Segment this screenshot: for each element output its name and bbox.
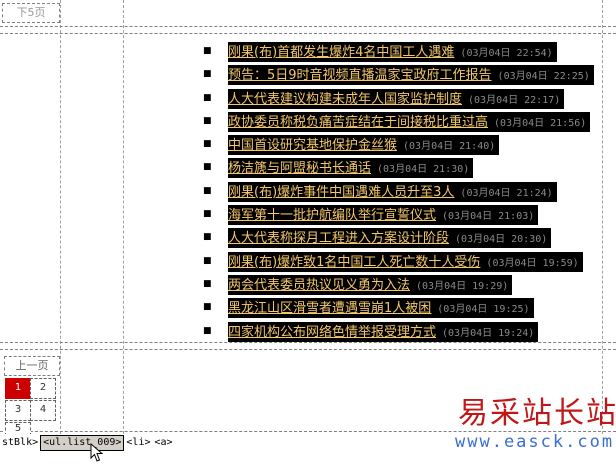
news-row: 海军第十一批护航编队举行宣誓仪式 (03月04日 21:03) bbox=[228, 205, 539, 226]
news-title-link[interactable]: 预告：5日9时音视频直播温家宝政府工作报告 bbox=[228, 68, 492, 83]
news-title-link[interactable]: 杨洁篪与阿盟秘书长通话 bbox=[228, 161, 371, 176]
news-title-link[interactable]: 四家机构公布网络色情举报受理方式 bbox=[228, 325, 436, 340]
list-bullet-icon: ■ bbox=[203, 115, 212, 126]
page-number-3[interactable]: 3 bbox=[5, 400, 31, 421]
page-number-1[interactable]: 1 bbox=[5, 378, 31, 399]
news-row: 政协委员称税负痛苦症结在于间接税比重过高 (03月04日 21:56) bbox=[228, 111, 591, 132]
guide-line-horizontal bbox=[0, 342, 616, 343]
news-row: 刚果(布)爆炸事件中国遇难人员升至3人 (03月04日 21:24) bbox=[228, 181, 557, 202]
news-row: 四家机构公布网络色情举报受理方式 (03月04日 19:24) bbox=[228, 321, 539, 342]
guide-line-horizontal bbox=[0, 349, 616, 350]
list-bullet-icon: ■ bbox=[203, 278, 212, 289]
list-bullet-icon: ■ bbox=[203, 185, 212, 196]
news-timestamp: (03月04日 19:24) bbox=[442, 327, 535, 339]
list-bullet-icon: ■ bbox=[203, 302, 212, 313]
list-bullet-icon: ■ bbox=[203, 255, 212, 266]
news-title-link[interactable]: 刚果(布)爆炸致1名中国工人死亡数十人受伤 bbox=[228, 255, 480, 270]
news-title-link[interactable]: 黑龙江山区滑雪者遭遇雪崩1人被困 bbox=[228, 301, 431, 316]
news-timestamp: (03月04日 21:03) bbox=[442, 211, 535, 223]
list-bullet-icon: ■ bbox=[203, 92, 212, 103]
news-timestamp: (03月04日 21:24) bbox=[460, 187, 553, 199]
guide-line-horizontal bbox=[0, 33, 616, 34]
news-title-link[interactable]: 中国首设研究基地保护金丝猴 bbox=[228, 138, 397, 153]
tag-selector-item[interactable]: <ul.list_009> bbox=[40, 435, 125, 451]
news-row: 刚果(布)首都发生爆炸4名中国工人遇难 (03月04日 22:54) bbox=[228, 42, 557, 62]
next-5-pages-button[interactable]: 下5页 bbox=[2, 3, 60, 23]
mouse-cursor-icon bbox=[90, 443, 104, 462]
news-timestamp: (03月04日 19:59) bbox=[486, 257, 579, 269]
list-bullet-icon: ■ bbox=[203, 325, 212, 336]
list-bullet-icon: ■ bbox=[203, 46, 212, 56]
news-timestamp: (03月04日 21:30) bbox=[377, 164, 470, 176]
tag-selector-item[interactable]: <a> bbox=[153, 434, 175, 452]
news-timestamp: (03月04日 21:40) bbox=[403, 141, 496, 153]
news-row: 杨洁篪与阿盟秘书长通话 (03月04日 21:30) bbox=[228, 158, 474, 179]
news-title-link[interactable]: 人大代表建议构建未成年人国家监护制度 bbox=[228, 92, 462, 107]
news-row: 两会代表委员热议见义勇为入法 (03月04日 19:29) bbox=[228, 274, 513, 295]
news-title-link[interactable]: 刚果(布)爆炸事件中国遇难人员升至3人 bbox=[228, 185, 454, 200]
page-number-4[interactable]: 4 bbox=[30, 400, 56, 421]
news-timestamp: (03月04日 20:30) bbox=[455, 234, 548, 246]
tag-selector-item[interactable]: <li> bbox=[124, 434, 152, 452]
list-bullet-icon: ■ bbox=[203, 69, 212, 80]
news-title-link[interactable]: 人大代表称探月工程进入方案设计阶段 bbox=[228, 231, 449, 246]
news-row: 人大代表建议构建未成年人国家监护制度 (03月04日 22:17) bbox=[228, 88, 565, 109]
news-timestamp: (03月04日 22:25) bbox=[497, 71, 590, 83]
tag-selector-item[interactable]: stBlk> bbox=[0, 434, 40, 452]
guide-line-vertical bbox=[602, 0, 603, 434]
list-bullet-icon: ■ bbox=[203, 232, 212, 243]
news-timestamp: (03月04日 22:54) bbox=[460, 48, 553, 59]
news-timestamp: (03月04日 19:25) bbox=[437, 304, 530, 316]
list-bullet-icon: ■ bbox=[203, 209, 212, 220]
guide-line-horizontal bbox=[0, 26, 616, 27]
news-timestamp: (03月04日 19:29) bbox=[416, 280, 509, 292]
news-timestamp: (03月04日 22:17) bbox=[468, 94, 561, 106]
news-row: 预告：5日9时音视频直播温家宝政府工作报告 (03月04日 22:25) bbox=[228, 65, 594, 86]
watermark-url: www.easck.com bbox=[455, 432, 615, 452]
news-row: 中国首设研究基地保护金丝猴 (03月04日 21:40) bbox=[228, 135, 500, 156]
list-bullet-icon: ■ bbox=[203, 139, 212, 150]
news-row: 人大代表称探月工程进入方案设计阶段 (03月04日 20:30) bbox=[228, 228, 552, 249]
news-row: 刚果(布)爆炸致1名中国工人死亡数十人受伤 (03月04日 19:59) bbox=[228, 251, 583, 272]
guide-line-vertical bbox=[60, 0, 61, 434]
news-title-link[interactable]: 刚果(布)首都发生爆炸4名中国工人遇难 bbox=[228, 45, 454, 60]
news-title-link[interactable]: 两会代表委员热议见义勇为入法 bbox=[228, 278, 410, 293]
news-title-link[interactable]: 政协委员称税负痛苦症结在于间接税比重过高 bbox=[228, 115, 488, 130]
previous-page-button[interactable]: 上一页 bbox=[4, 356, 60, 376]
news-timestamp: (03月04日 21:56) bbox=[494, 117, 587, 129]
news-title-link[interactable]: 海军第十一批护航编队举行宣誓仪式 bbox=[228, 208, 436, 223]
news-row: 黑龙江山区滑雪者遭遇雪崩1人被困 (03月04日 19:25) bbox=[228, 298, 534, 319]
list-bullet-icon: ■ bbox=[203, 162, 212, 173]
watermark-site-name: 易采站长站 bbox=[458, 396, 616, 431]
guide-line-vertical bbox=[123, 0, 124, 434]
page-number-2[interactable]: 2 bbox=[30, 378, 56, 399]
